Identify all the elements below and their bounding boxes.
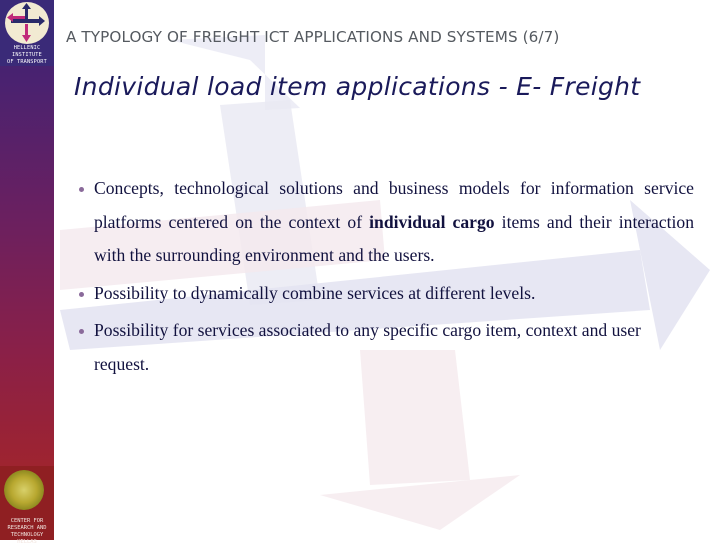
bullet-list: Concepts, technological solutions and bu… <box>78 172 694 382</box>
watermark-down-arrow-head <box>320 475 520 530</box>
logo-top-line1: HELLENIC INSTITUTE <box>12 45 42 58</box>
logo-bottom-line3: TECHNOLOGY <box>10 532 44 538</box>
sun-emblem-logo-icon <box>4 470 44 510</box>
hellenic-institute-of-transport-logo: HELLENIC INSTITUTE OF TRANSPORT <box>0 0 54 66</box>
slide-section-header: A TYPOLOGY OF FREIGHT ICT APPLICATIONS A… <box>66 28 560 46</box>
logo-bottom-line2: RESEARCH AND <box>7 525 47 531</box>
bullet-text: Possibility for services associated to a… <box>94 320 641 374</box>
bullet-item: Concepts, technological solutions and bu… <box>78 172 694 273</box>
sidebar-gradient-bar <box>0 0 54 540</box>
bullet-bold-text: individual cargo <box>369 211 495 232</box>
logo-bottom-line4: HELLAS <box>17 539 37 545</box>
bullet-dot-icon <box>79 187 84 192</box>
bullet-item: Possibility for services associated to a… <box>78 314 694 381</box>
logo-top-text: HELLENIC INSTITUTE OF TRANSPORT <box>1 45 53 66</box>
bullet-item: Possibility to dynamically combine servi… <box>78 277 694 311</box>
bullet-dot-icon <box>79 329 84 335</box>
bullet-text: Concepts, technological solutions and bu… <box>94 178 694 265</box>
bullet-text: Possibility to dynamically combine servi… <box>94 282 536 303</box>
logo-top-line2: OF TRANSPORT <box>7 59 47 65</box>
slide-title: Individual load item applications - E- F… <box>74 72 641 101</box>
cross-arrows-logo-icon <box>7 3 45 42</box>
logo-bottom-text: CENTER FOR RESEARCH AND TECHNOLOGY HELLA… <box>0 518 54 546</box>
logo-bottom-line1: CENTER FOR <box>10 518 44 524</box>
center-for-research-and-technology-hellas-logo: CENTER FOR RESEARCH AND TECHNOLOGY HELLA… <box>0 466 54 545</box>
bullet-dot-icon <box>79 291 84 297</box>
